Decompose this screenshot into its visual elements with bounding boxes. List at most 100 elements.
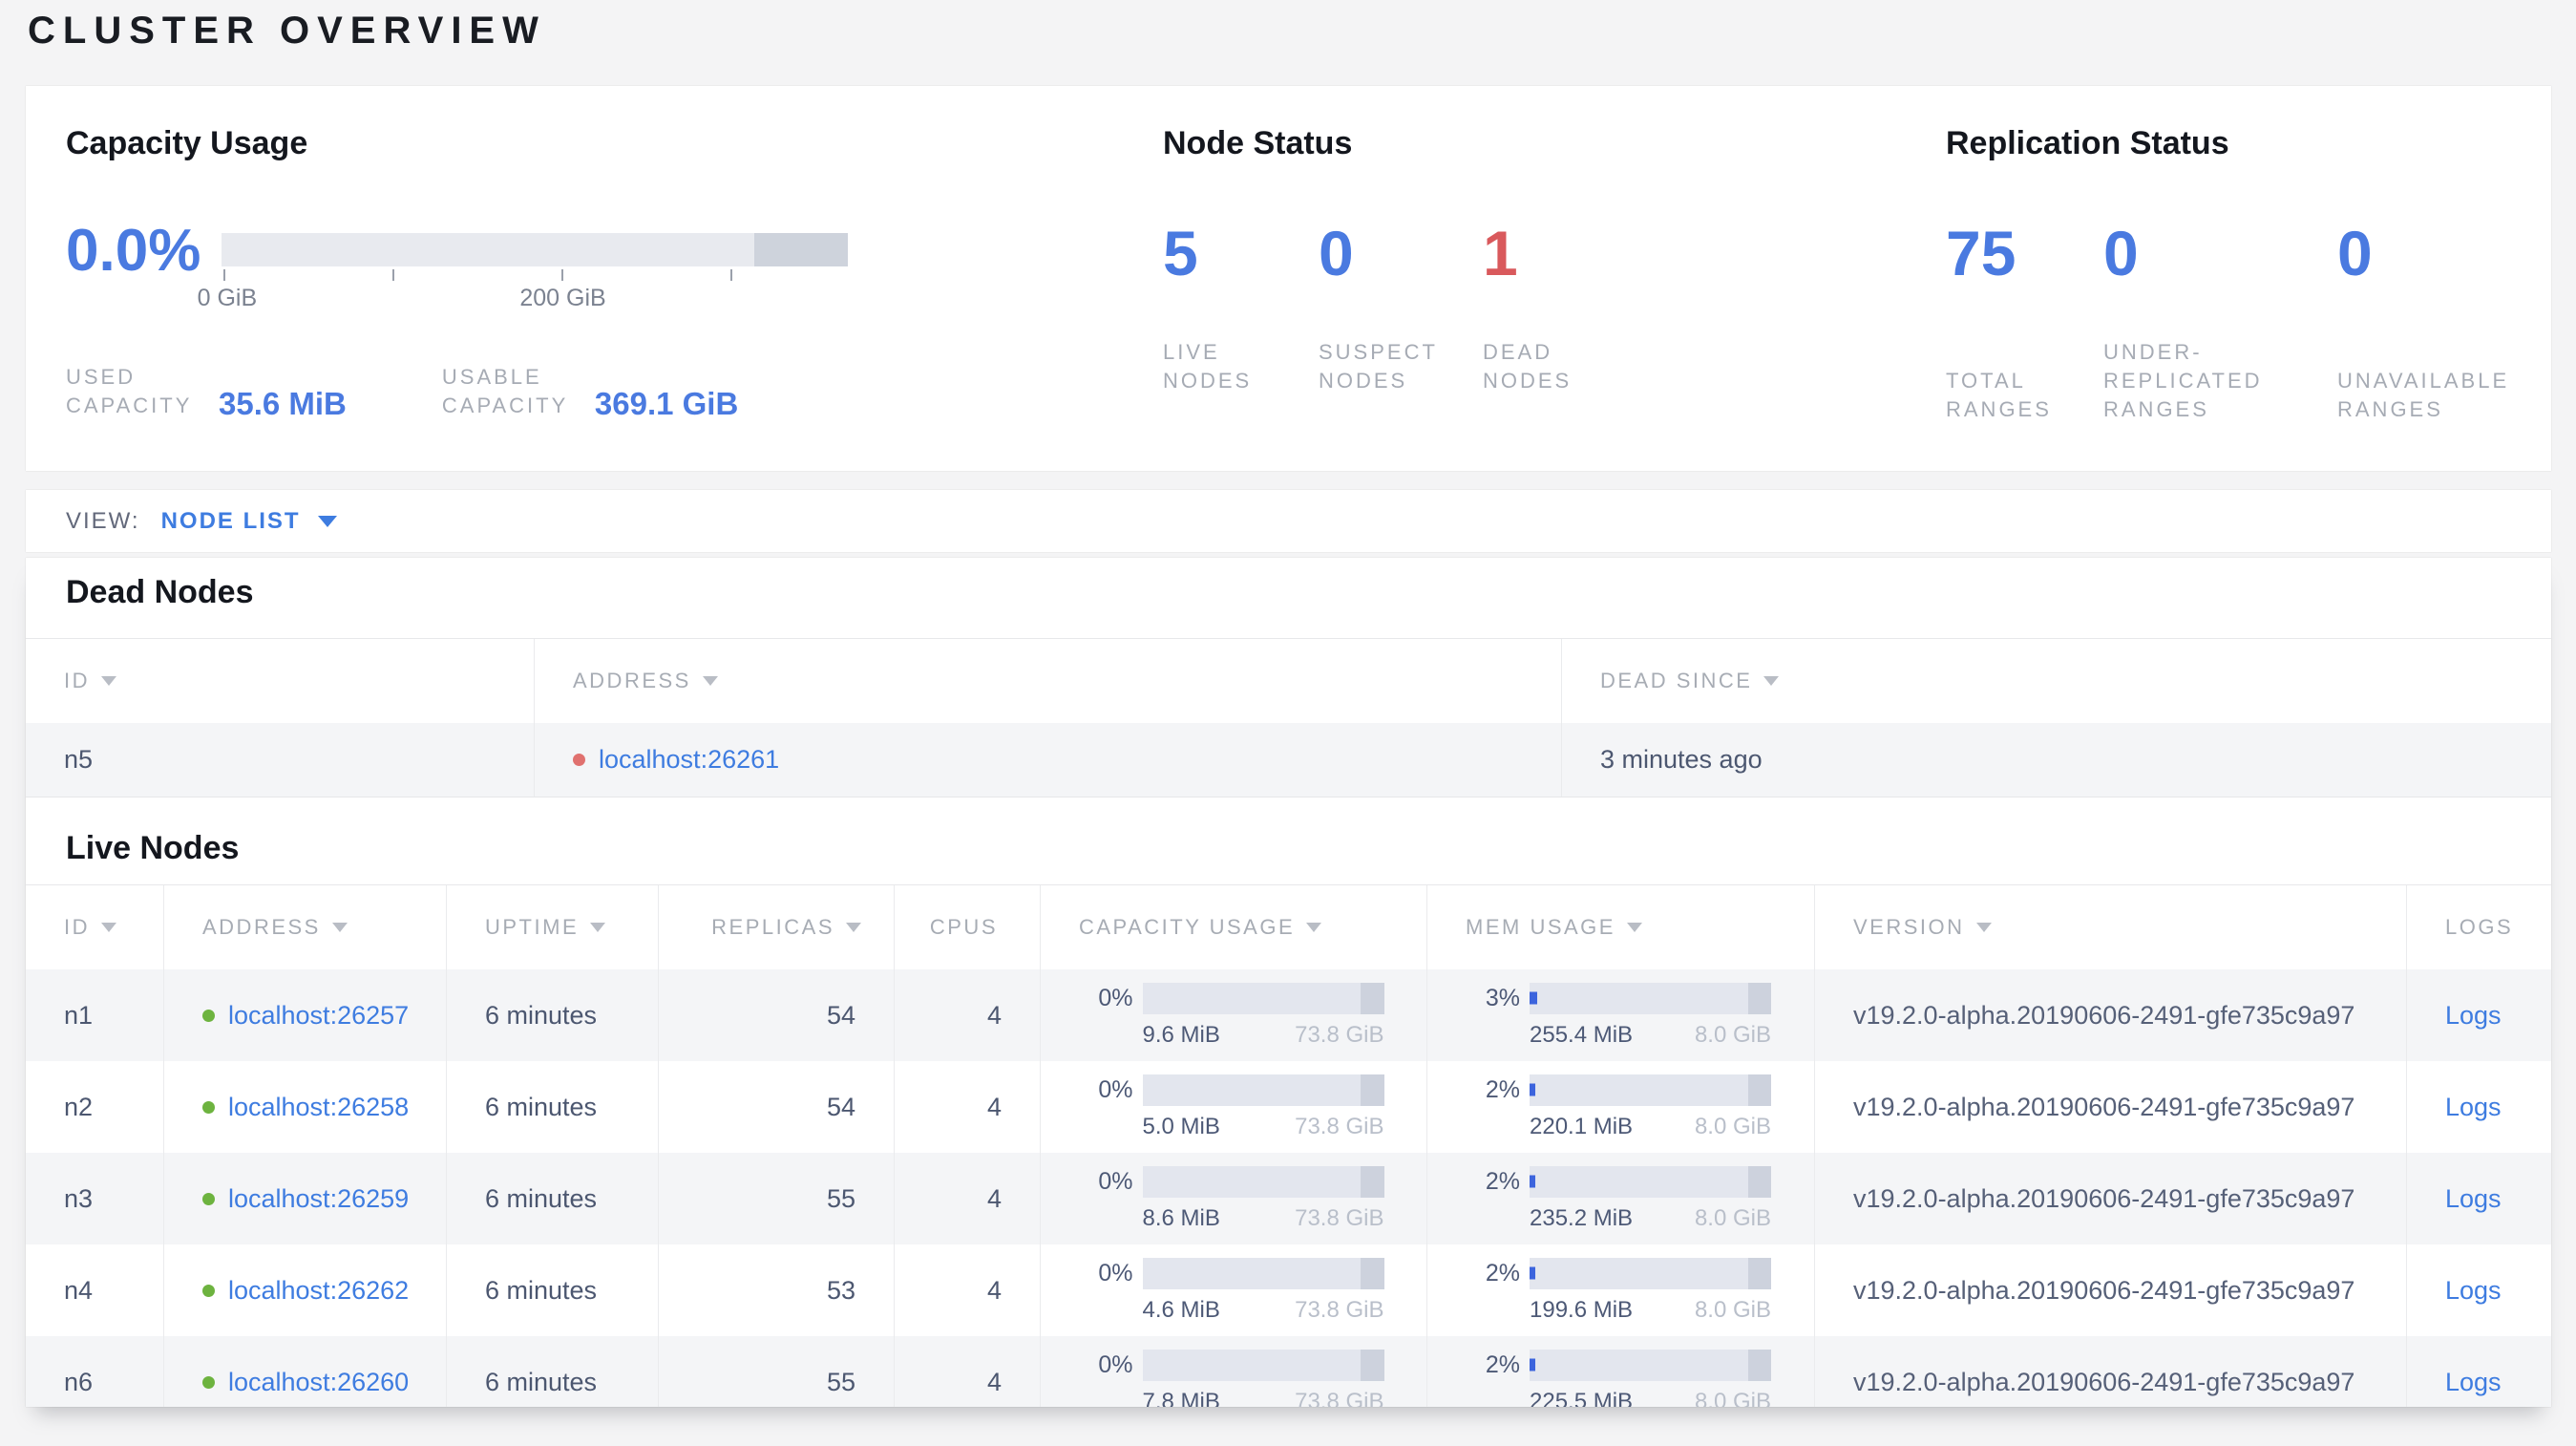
dead-node-dead-since-cell: 3 minutes ago <box>1561 723 2551 797</box>
sort-caret-icon <box>101 923 116 932</box>
live-col-id[interactable]: ID <box>26 885 163 969</box>
live-col-capacity-usage[interactable]: CAPACITY USAGE <box>1040 885 1426 969</box>
mem-usage-bar <box>1530 1349 1771 1381</box>
dead-node-row: n5 localhost:26261 3 minutes ago <box>26 723 2551 797</box>
node-uptime-cell: 6 minutes <box>446 1336 658 1407</box>
replication-status-section: Replication Status 75 0 0 TOTAL RANGES U… <box>1946 86 2557 424</box>
node-status-section: Node Status 5 0 1 LIVE NODES SUSPECT NOD… <box>1163 86 1831 395</box>
capacity-percent-label: 0% <box>1098 984 1133 1011</box>
sort-caret-icon <box>590 923 606 932</box>
live-node-row: n1 localhost:26257 6 minutes 54 4 0% 9.6… <box>26 969 2551 1061</box>
node-id-cell: n3 <box>64 1183 94 1213</box>
capacity-usage-bar <box>1142 982 1384 1014</box>
live-col-mem-label: MEM USAGE <box>1466 915 1615 939</box>
dead-nodes-table-header: ID ADDRESS DEAD SINCE <box>26 638 2551 723</box>
mem-total-value: 8.0 GiB <box>1694 1113 1771 1139</box>
capacity-usage-bar: 0 GiB 200 GiB <box>198 233 848 313</box>
usable-capacity-value: 369.1 GiB <box>594 386 739 421</box>
live-col-uptime-label: UPTIME <box>485 915 580 939</box>
sort-caret-icon <box>1763 676 1780 686</box>
capacity-used-value: 4.6 MiB <box>1142 1296 1220 1323</box>
node-replicas-cell: 54 <box>658 1061 894 1153</box>
capacity-bar-reserved-segment <box>1361 982 1384 1014</box>
live-col-replicas[interactable]: REPLICAS <box>658 885 894 969</box>
node-logs-link[interactable]: Logs <box>2445 1093 2502 1122</box>
live-col-logs: LOGS <box>2406 885 2551 969</box>
node-mem-usage-cell: 2% 225.5 MiB 8.0 GiB <box>1426 1336 1814 1407</box>
sort-caret-icon <box>331 923 348 932</box>
node-logs-cell: Logs <box>2406 1153 2551 1244</box>
node-logs-link[interactable]: Logs <box>2445 1184 2502 1214</box>
mem-total-value: 8.0 GiB <box>1694 1204 1771 1231</box>
capacity-total-value: 73.8 GiB <box>1295 1021 1384 1048</box>
capacity-axis-ticks <box>222 269 848 283</box>
page-title: CLUSTER OVERVIEW <box>28 10 546 52</box>
node-address-link[interactable]: localhost:26257 <box>228 1001 409 1031</box>
dead-col-address[interactable]: ADDRESS <box>534 639 1561 723</box>
mem-bar-fill <box>1530 991 1537 1005</box>
node-status-title: Node Status <box>1163 125 1353 161</box>
view-selected-value[interactable]: NODE LIST <box>161 508 301 535</box>
dead-col-id[interactable]: ID <box>26 639 534 723</box>
mem-used-value: 225.5 MiB <box>1530 1388 1634 1408</box>
mem-bar-reserved-segment <box>1747 1074 1771 1106</box>
node-address-link[interactable]: localhost:26260 <box>228 1368 409 1397</box>
capacity-total-value: 73.8 GiB <box>1295 1113 1384 1139</box>
live-col-uptime[interactable]: UPTIME <box>446 885 658 969</box>
capacity-percent-label: 0% <box>1098 1167 1133 1195</box>
node-version-cell: v19.2.0-alpha.20190606-2491-gfe735c9a97 <box>1814 1061 2406 1153</box>
capacity-usage-bar <box>1142 1257 1384 1289</box>
replication-status-title: Replication Status <box>1946 125 2229 161</box>
node-logs-link[interactable]: Logs <box>2445 1001 2502 1031</box>
live-col-version-label: VERSION <box>1853 915 1965 939</box>
node-capacity-usage-cell: 0% 5.0 MiB 73.8 GiB <box>1040 1061 1426 1153</box>
node-address-link[interactable]: localhost:26258 <box>228 1093 409 1122</box>
capacity-percent-value: 0.0% <box>66 218 201 284</box>
live-col-version[interactable]: VERSION <box>1814 885 2406 969</box>
capacity-usage-bar <box>1142 1165 1384 1198</box>
node-mem-usage-cell: 3% 255.4 MiB 8.0 GiB <box>1426 969 1814 1061</box>
node-uptime-cell: 6 minutes <box>446 1153 658 1244</box>
node-logs-link[interactable]: Logs <box>2445 1276 2502 1306</box>
sort-caret-icon <box>1975 923 1992 932</box>
node-address-cell: localhost:26257 <box>163 969 446 1061</box>
node-address-link[interactable]: localhost:26259 <box>228 1184 409 1214</box>
node-version-cell: v19.2.0-alpha.20190606-2491-gfe735c9a97 <box>1814 1153 2406 1244</box>
node-capacity-usage-cell: 0% 4.6 MiB 73.8 GiB <box>1040 1244 1426 1336</box>
mem-percent-label: 2% <box>1485 1167 1520 1195</box>
live-col-cpus: CPUS <box>894 885 1040 969</box>
view-selector-dropdown[interactable]: NODE LIST <box>161 508 337 535</box>
dead-node-id-cell: n5 <box>64 745 94 774</box>
node-id-cell: n4 <box>64 1275 94 1305</box>
capacity-used-value: 7.8 MiB <box>1142 1388 1220 1408</box>
node-id-cell: n1 <box>64 1000 94 1030</box>
capacity-total-value: 73.8 GiB <box>1295 1388 1384 1408</box>
capacity-usage-bar <box>1142 1349 1384 1381</box>
node-capacity-usage-cell: 0% 9.6 MiB 73.8 GiB <box>1040 969 1426 1061</box>
used-capacity-label: USED CAPACITY <box>66 365 193 417</box>
sort-caret-icon <box>1626 923 1642 932</box>
suspect-nodes-label: SUSPECT NODES <box>1319 340 1438 393</box>
suspect-nodes-count: 0 <box>1319 218 1354 288</box>
node-uptime-cell: 6 minutes <box>446 969 658 1061</box>
dead-node-address-link[interactable]: localhost:26261 <box>599 745 779 775</box>
chevron-down-icon <box>317 515 337 527</box>
dead-nodes-count: 1 <box>1483 218 1518 288</box>
node-cpus-cell: 4 <box>894 969 1040 1061</box>
capacity-percent-label: 0% <box>1098 1350 1133 1378</box>
node-id-cell: n2 <box>64 1092 94 1121</box>
node-address-cell: localhost:26262 <box>163 1244 446 1336</box>
live-nodes-heading: Live Nodes <box>66 830 240 866</box>
node-address-link[interactable]: localhost:26262 <box>228 1276 409 1306</box>
node-logs-link[interactable]: Logs <box>2445 1368 2502 1397</box>
live-col-address[interactable]: ADDRESS <box>163 885 446 969</box>
used-capacity-stat: USED CAPACITY 35.6 MiB <box>66 363 347 420</box>
mem-usage-bar <box>1530 1257 1771 1289</box>
live-col-mem-usage[interactable]: MEM USAGE <box>1426 885 1814 969</box>
unavailable-ranges-label: UNAVAILABLE RANGES <box>2337 369 2510 421</box>
dead-col-dead-since[interactable]: DEAD SINCE <box>1561 639 2551 723</box>
mem-bar-fill <box>1530 1266 1536 1280</box>
capacity-bar-reserved-segment <box>1361 1165 1384 1198</box>
dead-nodes-table: ID ADDRESS DEAD SINCE n5 localhost:26261… <box>26 638 2551 797</box>
capacity-used-value: 5.0 MiB <box>1142 1113 1220 1139</box>
